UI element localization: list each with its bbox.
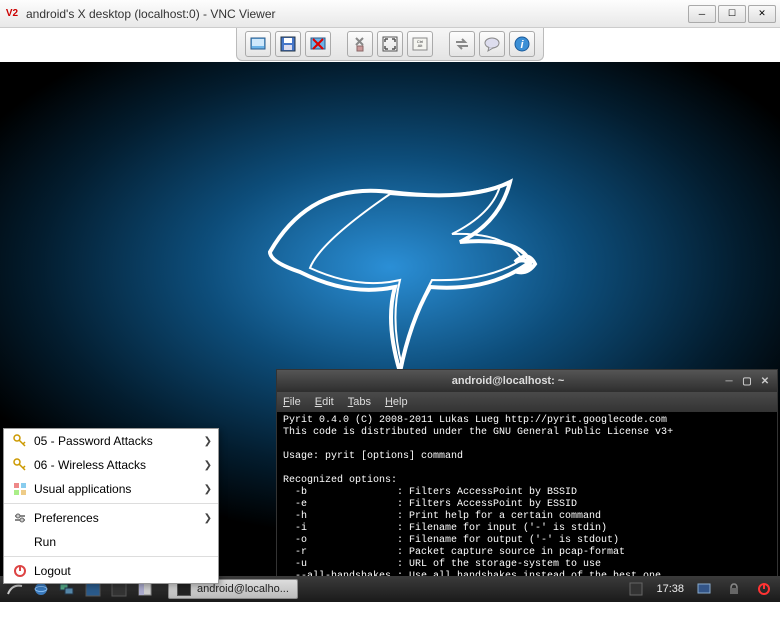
apps-icon — [10, 482, 30, 496]
terminal-titlebar[interactable]: android@localhost: ~ ─ ▢ ✕ — [277, 370, 777, 392]
terminal-window[interactable]: android@localhost: ~ ─ ▢ ✕ File Edit Tab… — [276, 369, 778, 602]
prefs-icon — [10, 511, 30, 525]
menu-item-label: Preferences — [30, 511, 204, 525]
terminal-menu-edit[interactable]: Edit — [315, 396, 334, 408]
maximize-button[interactable]: ☐ — [718, 5, 746, 23]
taskbar-task-label: android@localho... — [197, 583, 289, 595]
key-icon — [10, 458, 30, 472]
terminal-menu-help[interactable]: Help — [385, 396, 408, 408]
desktop-context-menu: 05 - Password Attacks❯06 - Wireless Atta… — [3, 428, 219, 584]
vnc-save-button[interactable] — [275, 31, 301, 57]
menu-separator — [4, 503, 218, 504]
terminal-menu-file[interactable]: File — [283, 396, 301, 408]
menu-item-label: Logout — [30, 564, 212, 578]
vnc-ctrl-alt-del-button[interactable]: CtrlAlt — [407, 31, 433, 57]
menu-item-06-wireless-attacks[interactable]: 06 - Wireless Attacks❯ — [4, 453, 218, 477]
menu-separator — [4, 556, 218, 557]
terminal-maximize-button[interactable]: ▢ — [739, 374, 755, 388]
menu-item-usual-applications[interactable]: Usual applications❯ — [4, 477, 218, 501]
vnc-app-icon: V2 — [4, 6, 20, 22]
vnc-window-title: android's X desktop (localhost:0) - VNC … — [26, 7, 688, 21]
menu-item-run[interactable]: Run — [4, 530, 218, 554]
terminal-minimize-button[interactable]: ─ — [721, 374, 737, 388]
menu-item-logout[interactable]: Logout — [4, 559, 218, 583]
menu-item-label: 05 - Password Attacks — [30, 434, 204, 448]
tray-icon[interactable] — [626, 579, 646, 599]
menu-item-05-password-attacks[interactable]: 05 - Password Attacks❯ — [4, 429, 218, 453]
show-desktop-button[interactable] — [694, 579, 714, 599]
vnc-info-button[interactable]: i — [509, 31, 535, 57]
submenu-arrow-icon: ❯ — [204, 513, 212, 524]
submenu-arrow-icon: ❯ — [204, 460, 212, 471]
logout-button[interactable] — [754, 579, 774, 599]
terminal-title: android@localhost: ~ — [297, 375, 719, 387]
vnc-toolbar: CtrlAlt i — [236, 28, 544, 61]
vnc-new-session-button[interactable] — [245, 31, 271, 57]
vnc-options-button[interactable] — [347, 31, 373, 57]
vnc-fullscreen-button[interactable] — [377, 31, 403, 57]
vnc-window-titlebar: V2 android's X desktop (localhost:0) - V… — [0, 0, 780, 28]
menu-item-label: 06 - Wireless Attacks — [30, 458, 204, 472]
terminal-close-button[interactable]: ✕ — [757, 374, 773, 388]
close-button[interactable]: ✕ — [748, 5, 776, 23]
vnc-disconnect-button[interactable] — [305, 31, 331, 57]
key-icon — [10, 434, 30, 448]
menu-item-label: Run — [30, 535, 212, 549]
kali-dragon-logo — [210, 122, 570, 382]
vnc-toolbar-area: CtrlAlt i — [0, 28, 780, 62]
submenu-arrow-icon: ❯ — [204, 436, 212, 447]
submenu-arrow-icon: ❯ — [204, 484, 212, 495]
vnc-swap-button[interactable] — [449, 31, 475, 57]
taskbar-clock[interactable]: 17:38 — [656, 583, 684, 595]
vnc-chat-button[interactable] — [479, 31, 505, 57]
menu-item-label: Usual applications — [30, 482, 204, 496]
logout-icon — [10, 564, 30, 578]
terminal-menubar: File Edit Tabs Help — [277, 392, 777, 412]
minimize-button[interactable]: ─ — [688, 5, 716, 23]
terminal-task-icon — [177, 582, 191, 596]
menu-item-preferences[interactable]: Preferences❯ — [4, 506, 218, 530]
lock-screen-button[interactable] — [724, 579, 744, 599]
terminal-output[interactable]: Pyrit 0.4.0 (C) 2008-2011 Lukas Lueg htt… — [277, 412, 777, 602]
terminal-menu-tabs[interactable]: Tabs — [348, 396, 371, 408]
